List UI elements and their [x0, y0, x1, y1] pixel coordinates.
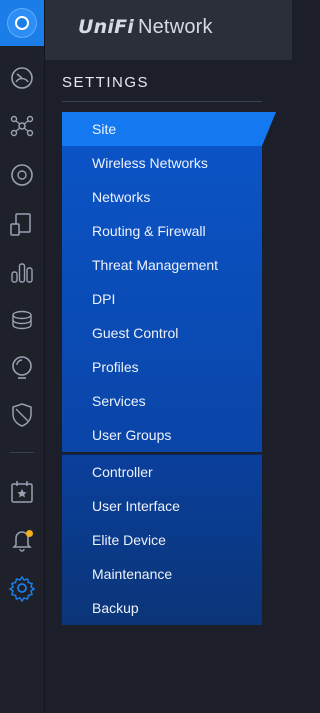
settings-item-controller[interactable]: Controller — [62, 455, 262, 489]
settings-item-guest-control[interactable]: Guest Control — [62, 316, 262, 350]
settings-item-services[interactable]: Services — [62, 384, 262, 418]
title-divider — [62, 101, 262, 102]
dashboard-icon[interactable] — [8, 64, 36, 92]
settings-item-wireless-networks[interactable]: Wireless Networks — [62, 146, 262, 180]
statistics-icon[interactable] — [8, 258, 36, 286]
brand-unifi: UniFi — [78, 16, 134, 38]
settings-item-label: Networks — [92, 189, 151, 205]
settings-item-backup[interactable]: Backup — [62, 591, 262, 625]
settings-item-label: Controller — [92, 464, 153, 480]
settings-title: SETTINGS — [62, 74, 150, 91]
events-icon[interactable] — [8, 478, 36, 506]
ubiquiti-logo[interactable] — [0, 0, 44, 46]
insights-icon[interactable] — [8, 306, 36, 334]
settings-item-label: Backup — [92, 600, 139, 616]
settings-item-label: DPI — [92, 291, 116, 307]
settings-group-site: Site Wireless Networks Networks Routing … — [62, 112, 276, 452]
rail-divider — [10, 452, 34, 453]
clients-icon[interactable] — [8, 210, 36, 238]
settings-item-threat-management[interactable]: Threat Management — [62, 248, 262, 282]
settings-item-networks[interactable]: Networks — [62, 180, 262, 214]
settings-item-label: User Interface — [92, 498, 180, 514]
settings-item-profiles[interactable]: Profiles — [62, 350, 262, 384]
settings-item-routing-firewall[interactable]: Routing & Firewall — [62, 214, 262, 248]
settings-group-controller: Controller User Interface Elite Device M… — [62, 454, 262, 625]
alerts-icon[interactable] — [8, 354, 36, 382]
settings-icon[interactable] — [8, 574, 36, 602]
settings-item-elite-device[interactable]: Elite Device — [62, 523, 262, 557]
nav-rail — [0, 0, 45, 713]
settings-item-label: Profiles — [92, 359, 139, 375]
settings-item-label: Guest Control — [92, 325, 179, 341]
settings-item-label: Threat Management — [92, 257, 219, 273]
settings-item-user-groups[interactable]: User Groups — [62, 418, 262, 452]
active-indicator — [262, 112, 276, 146]
settings-item-label: Wireless Networks — [92, 155, 208, 171]
settings-item-dpi[interactable]: DPI — [62, 282, 262, 316]
brand-network: Network — [137, 16, 213, 38]
settings-item-maintenance[interactable]: Maintenance — [62, 557, 262, 591]
settings-item-label: Maintenance — [92, 566, 173, 582]
topology-icon[interactable] — [8, 112, 36, 140]
settings-item-label: User Groups — [92, 427, 172, 443]
settings-item-user-interface[interactable]: User Interface — [62, 489, 262, 523]
settings-menu: Site Wireless Networks Networks Routing … — [62, 112, 276, 625]
settings-item-site[interactable]: Site — [62, 112, 276, 146]
logo-mark-icon — [7, 8, 37, 38]
settings-item-label: Elite Device — [92, 532, 166, 548]
notification-badge — [26, 530, 33, 537]
settings-item-label: Services — [92, 393, 146, 409]
devices-icon[interactable] — [8, 161, 36, 189]
settings-item-label: Routing & Firewall — [92, 223, 206, 239]
settings-item-label: Site — [92, 121, 117, 137]
app-brand: UniFi Network — [78, 16, 213, 39]
security-icon[interactable] — [8, 401, 36, 429]
